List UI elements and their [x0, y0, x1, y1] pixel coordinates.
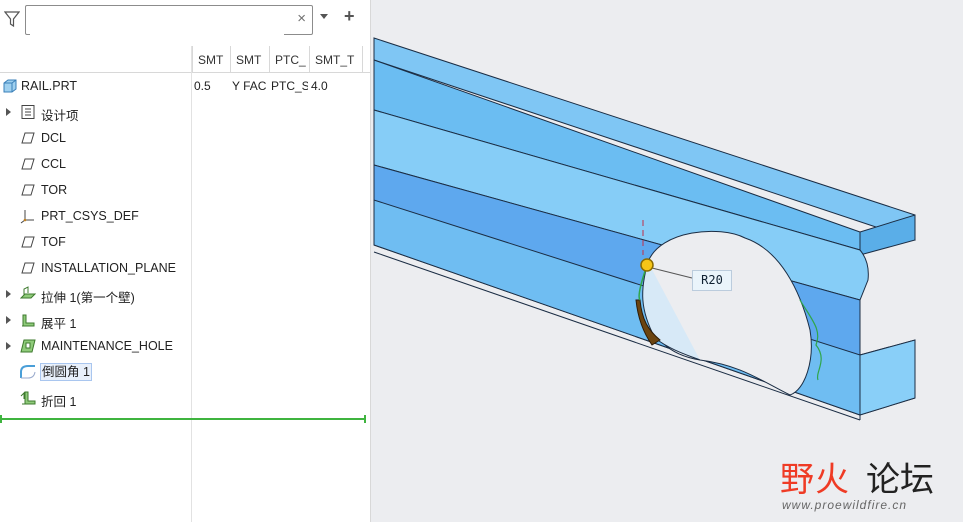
tree-item-label: PRT_CSYS_DEF [41, 209, 139, 223]
cut-icon [20, 339, 36, 353]
model-rail[interactable] [371, 0, 963, 522]
model-tree-panel: × + SMT SMT PTC_ SMT_T RAIL.PRT 0.5 Y FA… [0, 0, 371, 522]
column-ptc[interactable]: PTC_ [269, 46, 309, 72]
tree-item-label: 折回 1 [41, 395, 77, 409]
expand-arrow-icon[interactable] [6, 316, 11, 324]
watermark: 野火 论坛 www.proewildfire.cn [780, 452, 960, 518]
cell-smt-t: 4.0 [311, 79, 328, 93]
tree-item-label: DCL [41, 131, 67, 145]
watermark-title-a: 野火 [780, 460, 850, 500]
tree-item-rail-prt[interactable]: RAIL.PRT 0.5 Y FAC PTC_S 4.0 [0, 73, 370, 99]
csys-icon [20, 210, 34, 224]
add-icon[interactable]: + [344, 6, 355, 27]
tree-item-label: MAINTENANCE_HOLE [41, 339, 173, 353]
tree-item-label: INSTALLATION_PLANE [41, 261, 176, 275]
design-items-icon [21, 105, 35, 119]
expand-arrow-icon[interactable] [6, 290, 11, 298]
datum-plane-icon [21, 184, 35, 196]
datum-plane-icon [21, 132, 35, 144]
tree-item-label: CCL [41, 157, 67, 171]
datum-plane-icon [21, 236, 35, 248]
tree-item-maintenance-hole[interactable]: MAINTENANCE_HOLE [0, 333, 370, 359]
part-icon [3, 79, 17, 93]
tree-item-tor[interactable]: TOR [0, 177, 370, 203]
filter-icon[interactable] [4, 10, 20, 28]
watermark-title-b: 论坛 [866, 460, 934, 500]
tree-item-ccl[interactable]: CCL [0, 151, 370, 177]
tree-item-dcl[interactable]: DCL [0, 125, 370, 151]
insert-here-marker[interactable] [0, 415, 366, 423]
tree-item-round-1[interactable]: 倒圆角 1 [0, 359, 370, 385]
tree-item-label: 拉伸 1(第一个壁) [41, 291, 135, 305]
tree-item-design-items[interactable]: 设计项 [0, 99, 370, 125]
expand-arrow-icon[interactable] [6, 108, 11, 116]
tree-item-prt-csys-def[interactable]: PRT_CSYS_DEF [0, 203, 370, 229]
tree-item-installation-plane[interactable]: INSTALLATION_PLANE [0, 255, 370, 281]
clear-icon[interactable]: × [297, 10, 306, 27]
tree-item-label: TOR [41, 183, 68, 197]
tree-item-tof[interactable]: TOF [0, 229, 370, 255]
tree-item-unbend-1[interactable]: 展平 1 [0, 307, 370, 333]
round-icon [20, 365, 36, 379]
watermark-url: www.proewildfire.cn [782, 498, 908, 512]
cell-smt-1: 0.5 [194, 79, 211, 93]
search-field[interactable]: × [25, 5, 313, 35]
extrude-wall-icon [20, 286, 36, 299]
column-smt-t[interactable]: SMT_T [309, 46, 363, 72]
chevron-down-icon[interactable] [320, 14, 328, 19]
tree-item-label: 设计项 [41, 109, 79, 123]
cell-ptc: PTC_S [271, 79, 308, 93]
bend-back-icon [20, 391, 36, 405]
tree-item-label: 展平 1 [41, 317, 77, 331]
column-smt-1[interactable]: SMT [192, 46, 230, 72]
unbend-icon [22, 314, 35, 327]
column-smt-2[interactable]: SMT [230, 46, 269, 72]
tree-item-extrude-1[interactable]: 拉伸 1(第一个壁) [0, 281, 370, 307]
datum-plane-icon [21, 158, 35, 170]
graphics-viewport[interactable] [371, 0, 963, 522]
expand-arrow-icon[interactable] [6, 342, 11, 350]
datum-plane-icon [21, 262, 35, 274]
search-input[interactable] [30, 7, 284, 35]
tree-item-label: 倒圆角 1 [40, 363, 92, 381]
tree-item-label: TOF [41, 235, 66, 249]
column-header: SMT SMT PTC_ SMT_T [0, 46, 370, 73]
dimension-label-r20[interactable]: R20 [692, 270, 732, 291]
tree-item-label: RAIL.PRT [21, 79, 78, 93]
cell-smt-2: Y FAC [232, 79, 267, 93]
tree-item-bend-back-1[interactable]: 折回 1 [0, 385, 370, 411]
